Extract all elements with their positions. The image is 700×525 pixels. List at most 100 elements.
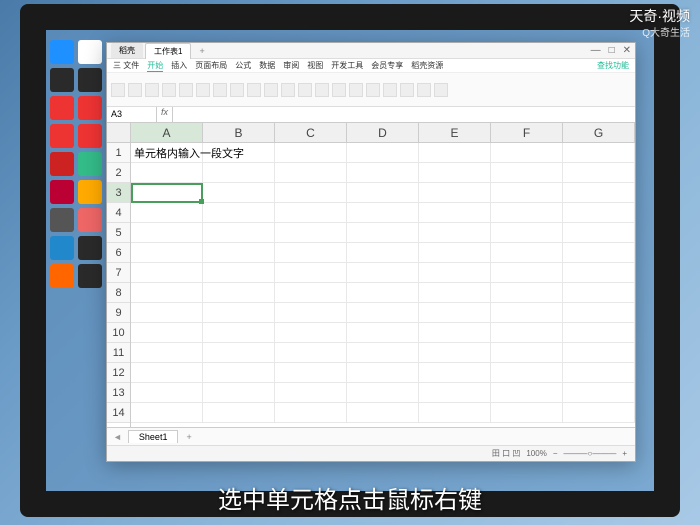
row-header[interactable]: 1: [107, 143, 130, 163]
cell[interactable]: [491, 283, 563, 303]
desktop-icon[interactable]: [78, 236, 102, 260]
close-button[interactable]: ✕: [623, 45, 631, 56]
menu-data[interactable]: 数据: [259, 60, 275, 71]
row-header[interactable]: 4: [107, 203, 130, 223]
menu-review[interactable]: 审阅: [283, 60, 299, 71]
cell[interactable]: [347, 283, 419, 303]
cell[interactable]: [419, 323, 491, 343]
desktop-icon[interactable]: [50, 264, 74, 288]
desktop-icon[interactable]: [78, 68, 102, 92]
col-header[interactable]: B: [203, 123, 275, 143]
cell[interactable]: [347, 303, 419, 323]
cell[interactable]: [347, 203, 419, 223]
cell[interactable]: [203, 343, 275, 363]
cell[interactable]: [563, 183, 635, 203]
cell[interactable]: [491, 363, 563, 383]
cell[interactable]: [419, 343, 491, 363]
cell[interactable]: [419, 383, 491, 403]
cell[interactable]: [275, 203, 347, 223]
cell[interactable]: [275, 403, 347, 423]
cell[interactable]: [563, 403, 635, 423]
cell[interactable]: [347, 403, 419, 423]
cell[interactable]: [347, 223, 419, 243]
desktop-icon[interactable]: [50, 96, 74, 120]
cell[interactable]: [419, 203, 491, 223]
font-color-button[interactable]: [264, 83, 278, 97]
titlebar[interactable]: 稻壳 工作表1 + — □ ✕: [107, 43, 635, 59]
doc-tab[interactable]: 稻壳: [111, 43, 143, 58]
cell[interactable]: [275, 363, 347, 383]
col-header[interactable]: A: [131, 123, 203, 143]
desktop-icon[interactable]: [78, 264, 102, 288]
cell[interactable]: [419, 143, 491, 163]
cell[interactable]: [275, 223, 347, 243]
cell[interactable]: [275, 383, 347, 403]
cell[interactable]: [563, 323, 635, 343]
cell[interactable]: [203, 363, 275, 383]
cell[interactable]: [491, 303, 563, 323]
row-header[interactable]: 5: [107, 223, 130, 243]
row-header[interactable]: 11: [107, 343, 130, 363]
cell[interactable]: [563, 163, 635, 183]
cell[interactable]: [491, 143, 563, 163]
select-all-corner[interactable]: [107, 123, 130, 143]
cell[interactable]: [203, 183, 275, 203]
cell[interactable]: [203, 243, 275, 263]
desktop-icon[interactable]: [50, 40, 74, 64]
row-header[interactable]: 3: [107, 183, 130, 203]
cell[interactable]: [419, 303, 491, 323]
cell[interactable]: [131, 323, 203, 343]
cell[interactable]: [491, 223, 563, 243]
cell[interactable]: [563, 363, 635, 383]
cell[interactable]: [203, 263, 275, 283]
wrap-button[interactable]: [349, 83, 363, 97]
desktop-icon[interactable]: [78, 124, 102, 148]
row-header[interactable]: 10: [107, 323, 130, 343]
desktop-icon[interactable]: [50, 208, 74, 232]
zoom-level[interactable]: 100%: [526, 449, 546, 458]
menu-layout[interactable]: 页面布局: [195, 60, 227, 71]
menu-insert[interactable]: 插入: [171, 60, 187, 71]
cell[interactable]: [563, 203, 635, 223]
cell[interactable]: [131, 223, 203, 243]
cell[interactable]: [563, 243, 635, 263]
cell[interactable]: [275, 283, 347, 303]
cell[interactable]: [563, 383, 635, 403]
desktop-icon[interactable]: [50, 180, 74, 204]
cell[interactable]: [275, 323, 347, 343]
row-header[interactable]: 7: [107, 263, 130, 283]
formula-input[interactable]: [173, 107, 635, 122]
zoom-slider[interactable]: ———○———: [563, 449, 616, 458]
menu-member[interactable]: 会员专享: [371, 60, 403, 71]
minimize-button[interactable]: —: [591, 45, 601, 56]
zoom-in-button[interactable]: +: [622, 449, 627, 458]
cell[interactable]: [347, 183, 419, 203]
cell[interactable]: [419, 223, 491, 243]
menu-home[interactable]: 开始: [147, 60, 163, 72]
desktop-icon[interactable]: [78, 180, 102, 204]
search-box[interactable]: 查找功能: [597, 60, 629, 71]
cell[interactable]: [275, 303, 347, 323]
cell[interactable]: [419, 363, 491, 383]
row-header[interactable]: 13: [107, 383, 130, 403]
cell[interactable]: [419, 183, 491, 203]
cell[interactable]: [131, 283, 203, 303]
grid[interactable]: A B C D E F G 单元格内输入一段文字: [131, 123, 635, 427]
row-header[interactable]: 9: [107, 303, 130, 323]
row-header[interactable]: 6: [107, 243, 130, 263]
filter-button[interactable]: [417, 83, 431, 97]
sort-button[interactable]: [400, 83, 414, 97]
cell[interactable]: [491, 383, 563, 403]
cell[interactable]: [131, 363, 203, 383]
cell[interactable]: [203, 323, 275, 343]
zoom-out-button[interactable]: −: [553, 449, 558, 458]
cell[interactable]: [203, 303, 275, 323]
menu-file[interactable]: 三 文件: [113, 60, 139, 71]
desktop-icon[interactable]: [50, 236, 74, 260]
maximize-button[interactable]: □: [609, 45, 615, 56]
sheet-nav-prev[interactable]: ◄: [113, 432, 122, 442]
cell[interactable]: [347, 363, 419, 383]
merge-button[interactable]: [332, 83, 346, 97]
cell[interactable]: [275, 343, 347, 363]
desktop-icon[interactable]: [50, 124, 74, 148]
